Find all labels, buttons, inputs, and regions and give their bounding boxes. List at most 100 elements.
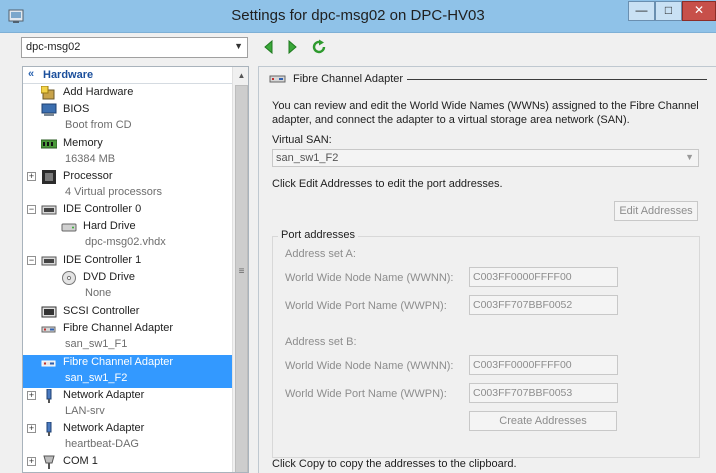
ide-controller-icon — [41, 256, 57, 266]
edit-addresses-hint: Click Edit Addresses to edit the port ad… — [272, 178, 503, 190]
tree-item-network-adapter-1[interactable]: + Network Adapter LAN-srv — [23, 388, 232, 421]
tree-item-hard-drive[interactable]: Hard Drive dpc-msg02.vhdx — [23, 219, 232, 253]
tree-item-label: DVD Drive — [83, 271, 135, 283]
tree-item-network-adapter-2[interactable]: + Network Adapter heartbeat-DAG — [23, 421, 232, 454]
tree-item-label: Fibre Channel Adapter — [63, 356, 174, 368]
set-a-wwnn-field[interactable]: C003FF0000FFFF00 — [469, 267, 618, 287]
tree-item-fibre-channel-adapter-2[interactable]: Fibre Channel Adapter san_sw1_F2 — [23, 355, 232, 388]
section-title: Fibre Channel Adapter — [293, 73, 404, 85]
processor-icon — [42, 170, 56, 184]
tree-item-memory[interactable]: Memory 16384 MB — [23, 136, 232, 169]
bios-icon — [41, 103, 57, 116]
com-port-icon — [43, 455, 55, 469]
virtual-san-label: Virtual SAN: — [272, 134, 332, 146]
tree-item-label: IDE Controller 0 — [63, 203, 142, 215]
hard-drive-icon — [61, 223, 77, 232]
fibre-channel-icon — [41, 326, 56, 333]
tree-item-fibre-channel-adapter-1[interactable]: Fibre Channel Adapter san_sw1_F1 — [23, 321, 232, 355]
virtual-san-value: san_sw1_F2 — [276, 152, 339, 164]
hardware-section-header[interactable]: « Hardware — [23, 67, 232, 84]
tree-item-label: Hard Drive — [83, 220, 136, 232]
chevron-down-icon: ▼ — [234, 41, 243, 51]
tree-item-sub: 16384 MB — [65, 153, 116, 165]
tree-item-label: Fibre Channel Adapter — [63, 322, 174, 334]
fibre-channel-section-icon — [269, 75, 286, 83]
forward-arrow-icon[interactable] — [284, 39, 300, 55]
tree-scrollbar[interactable]: ▲ ≡ — [232, 67, 248, 472]
address-set-a-label: Address set A: — [285, 248, 356, 260]
network-adapter-icon — [46, 422, 52, 436]
fibre-channel-settings-panel: Fibre Channel Adapter You can review and… — [258, 66, 716, 473]
set-a-wwpn-label: World Wide Port Name (WWPN): — [285, 300, 447, 312]
tree-item-label: Network Adapter — [63, 422, 145, 434]
scroll-up-arrow-icon[interactable]: ▲ — [233, 67, 248, 84]
scrollbar-thumb[interactable]: ≡ — [235, 85, 248, 472]
vm-select-dropdown[interactable]: dpc-msg02 ▼ — [21, 37, 248, 58]
tree-item-ide-controller-0[interactable]: − IDE Controller 0 — [23, 202, 232, 219]
tree-item-label: SCSI Controller — [63, 305, 140, 317]
minimize-button[interactable]: — — [628, 1, 655, 21]
virtual-san-dropdown[interactable]: san_sw1_F2 ▼ — [272, 149, 699, 167]
tree-item-label: BIOS — [63, 103, 90, 115]
maximize-button[interactable]: □ — [655, 1, 682, 21]
tree-item-label: IDE Controller 1 — [63, 254, 142, 266]
tree-item-sub: LAN-srv — [65, 405, 105, 417]
network-adapter-icon — [46, 389, 52, 403]
hardware-section-label: Hardware — [43, 69, 94, 81]
port-addresses-title: Port addresses — [278, 229, 358, 241]
tree-item-com-1[interactable]: + COM 1 — [23, 454, 232, 471]
expand-icon[interactable]: + — [27, 391, 36, 400]
tree-item-label: Memory — [63, 137, 103, 149]
tree-item-sub: san_sw1_F2 — [65, 372, 128, 384]
chevron-down-icon: ▼ — [685, 152, 694, 162]
window-title: Settings for dpc-msg02 on DPC-HV03 — [231, 7, 485, 24]
tree-item-sub: None — [85, 287, 112, 299]
tree-item-processor[interactable]: + Processor 4 Virtual processors — [23, 169, 232, 202]
set-a-wwnn-label: World Wide Node Name (WWNN): — [285, 272, 454, 284]
edit-addresses-button[interactable]: Edit Addresses — [614, 201, 698, 221]
close-icon: ✕ — [693, 3, 705, 17]
ide-controller-icon — [41, 205, 57, 215]
tree-item-bios[interactable]: BIOS Boot from CD — [23, 102, 232, 136]
fibre-channel-icon — [41, 360, 56, 367]
section-divider — [407, 79, 707, 80]
expand-icon[interactable]: + — [27, 172, 36, 181]
back-arrow-icon[interactable] — [261, 39, 277, 55]
tree-item-ide-controller-1[interactable]: − IDE Controller 1 — [23, 253, 232, 270]
tree-item-dvd-drive[interactable]: DVD Drive None — [23, 270, 232, 304]
refresh-icon[interactable] — [311, 39, 327, 55]
scsi-controller-icon — [41, 306, 57, 318]
create-addresses-button[interactable]: Create Addresses — [469, 411, 617, 431]
set-b-wwnn-field[interactable]: C003FF0000FFFF00 — [469, 355, 618, 375]
copy-addresses-hint: Click Copy to copy the addresses to the … — [272, 458, 517, 470]
close-button[interactable]: ✕ — [682, 1, 716, 21]
add-hardware-icon — [41, 86, 55, 100]
set-a-wwpn-field[interactable]: C003FF707BBF0052 — [469, 295, 618, 315]
description-text: You can review and edit the World Wide N… — [272, 100, 699, 126]
tree-item-add-hardware[interactable]: Add Hardware — [23, 85, 232, 102]
tree-item-label: COM 1 — [63, 455, 98, 467]
collapse-icon[interactable]: − — [27, 256, 36, 265]
tree-item-scsi-controller[interactable]: SCSI Controller — [23, 304, 232, 321]
hardware-tree: « Hardware Add Hardware BIOS Boot from C… — [22, 66, 249, 473]
set-b-wwpn-label: World Wide Port Name (WWPN): — [285, 388, 447, 400]
tree-item-label: Processor — [63, 170, 113, 182]
set-b-wwpn-field[interactable]: C003FF707BBF0053 — [469, 383, 618, 403]
memory-icon — [41, 139, 57, 149]
tree-item-sub: Boot from CD — [65, 119, 132, 131]
title-bar: Settings for dpc-msg02 on DPC-HV03 — □ ✕ — [0, 0, 716, 33]
vm-select-value: dpc-msg02 — [26, 41, 81, 53]
tree-item-sub: heartbeat-DAG — [65, 438, 139, 450]
address-set-b-label: Address set B: — [285, 336, 357, 348]
tree-item-label: Network Adapter — [63, 389, 145, 401]
maximize-icon: □ — [664, 3, 673, 17]
minimize-icon: — — [635, 3, 648, 17]
collapse-chevron-icon[interactable]: « — [28, 68, 34, 80]
tree-item-label: Add Hardware — [63, 86, 134, 98]
expand-icon[interactable]: + — [27, 424, 36, 433]
expand-icon[interactable]: + — [27, 457, 36, 466]
tree-item-sub: dpc-msg02.vhdx — [85, 236, 166, 248]
collapse-icon[interactable]: − — [27, 205, 36, 214]
tree-item-sub: san_sw1_F1 — [65, 338, 128, 350]
dvd-drive-icon — [62, 271, 76, 285]
